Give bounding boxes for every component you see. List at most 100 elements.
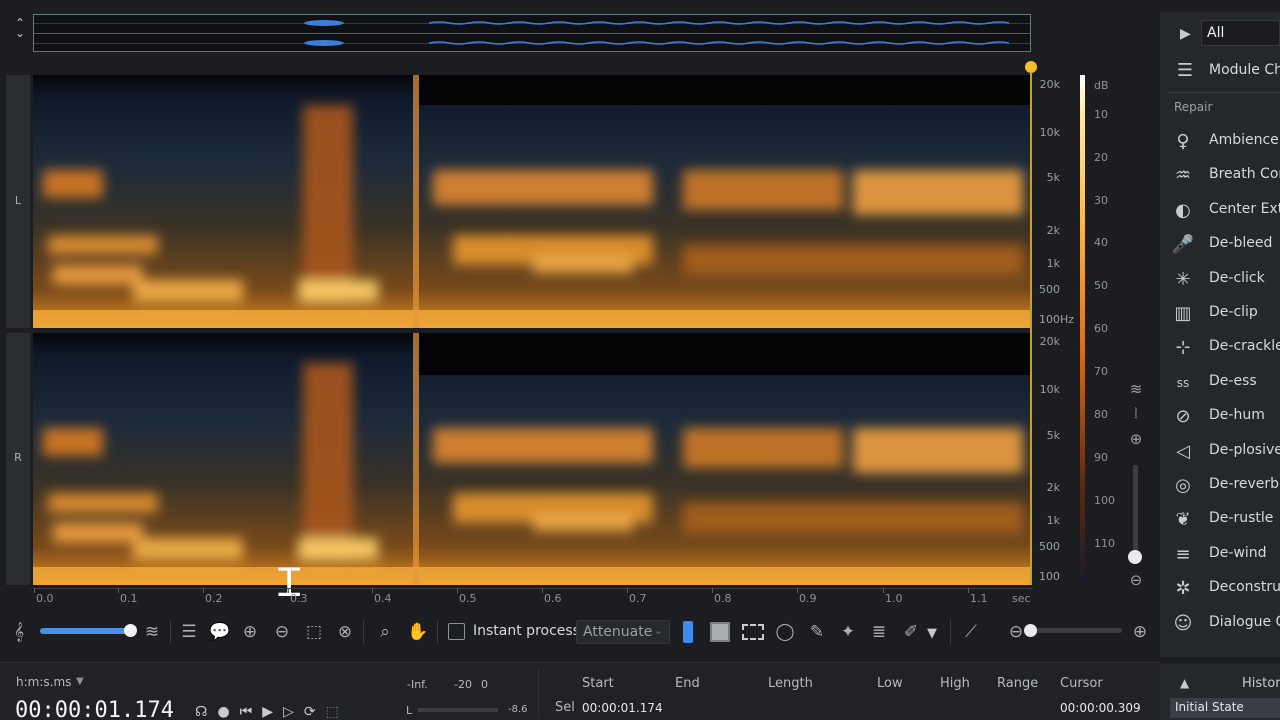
module-item[interactable]: ≡ De-wind xyxy=(1168,540,1280,570)
module-item[interactable]: ✲ Deconstru xyxy=(1168,574,1280,604)
db-color-scale xyxy=(1080,75,1085,585)
blend-slider[interactable] xyxy=(40,628,132,634)
play-selection-icon[interactable]: ▷ xyxy=(283,704,304,720)
db-tick-label: 110 xyxy=(1094,537,1115,550)
module-item[interactable]: ◐ Center Extr xyxy=(1168,196,1280,226)
time-tick-mark xyxy=(457,588,458,593)
module-item[interactable]: ☺ Dialogue C xyxy=(1168,609,1280,639)
module-item[interactable]: ✳ De-click xyxy=(1168,265,1280,295)
fade-tool-icon[interactable]: ⟋ xyxy=(958,619,984,645)
magnify-tool-icon[interactable]: ⌕ xyxy=(372,619,398,645)
frequency-tick-label: 5k xyxy=(1046,429,1060,442)
spectrogram-settings-icon[interactable]: ≋ xyxy=(139,619,165,645)
module-item[interactable]: ❦ De-rustle xyxy=(1168,505,1280,535)
deconstruct-icon: ✲ xyxy=(1175,578,1191,599)
process-mode-select[interactable]: Attenuate ⌄ xyxy=(576,620,670,644)
time-tick-label: 0.2 xyxy=(205,592,223,605)
selection-start-value[interactable]: 00:00:01.174 xyxy=(582,701,663,715)
module-chain-icon[interactable]: ☰ xyxy=(1172,60,1198,82)
notes-icon[interactable]: ☰ xyxy=(176,619,202,645)
module-label: De-wind xyxy=(1209,545,1267,561)
horizontal-zoom-handle[interactable] xyxy=(1024,624,1037,637)
zoom-selection-icon[interactable]: ⬚ xyxy=(301,619,327,645)
loop-icon[interactable]: ⟳ xyxy=(304,704,326,720)
module-label: De-rustle xyxy=(1209,510,1274,526)
frequency-tick-label: 1k xyxy=(1046,514,1060,527)
brush-tool-icon[interactable]: ✎ xyxy=(804,619,830,645)
ess-icon: ss xyxy=(1176,376,1190,390)
length-header: Length xyxy=(768,676,813,691)
frequency-selection-tool-icon[interactable] xyxy=(710,622,730,642)
play-icon[interactable]: ▶ xyxy=(262,704,283,720)
comment-icon[interactable]: 💬 xyxy=(207,619,233,645)
frequency-tick-label: 2k xyxy=(1046,481,1060,494)
tool-options-dropdown-icon[interactable]: ▼ xyxy=(927,626,937,641)
horizontal-zoom-slider[interactable] xyxy=(1026,628,1122,633)
instant-playback-icon[interactable]: ⬚ xyxy=(326,704,349,720)
lasso-tool-icon[interactable]: ◯ xyxy=(772,619,798,645)
time-tick-label: 0.0 xyxy=(36,592,54,605)
frequency-tick-label: 100 xyxy=(1039,313,1060,326)
waveform-spectrogram-blend-icon[interactable]: 𝄞 xyxy=(6,619,32,645)
zoom-fit-icon[interactable]: ⊗ xyxy=(332,619,358,645)
clip-icon: ▥ xyxy=(1174,303,1192,324)
module-chain-label[interactable]: Module Ch xyxy=(1209,62,1280,78)
zoom-out-icon[interactable]: ⊖ xyxy=(269,619,295,645)
waveform-overview[interactable] xyxy=(33,14,1031,52)
module-item[interactable]: ⊘ De-hum xyxy=(1168,402,1280,432)
time-tick-mark xyxy=(34,588,35,593)
spectrogram-right-channel[interactable] xyxy=(33,333,1031,585)
frequency-tick-label: 20k xyxy=(1039,78,1060,91)
time-tick-label: 0.4 xyxy=(374,592,392,605)
right-channel-strip[interactable]: R xyxy=(6,333,30,585)
module-item[interactable]: ♀ Ambience xyxy=(1168,127,1280,157)
module-filter-select[interactable]: All xyxy=(1201,20,1280,46)
spectrogram-left-channel[interactable] xyxy=(33,75,1031,328)
vertical-zoom-out-icon[interactable]: ⊖ xyxy=(1127,571,1145,589)
module-item[interactable]: ◎ De-reverb xyxy=(1168,471,1280,501)
harmonic-selection-icon[interactable]: ≣ xyxy=(866,619,892,645)
db-tick-label: 100 xyxy=(1094,494,1115,507)
record-icon[interactable]: ● xyxy=(217,704,239,720)
time-format-dropdown-icon[interactable]: ▼ xyxy=(76,676,84,687)
blend-slider-handle[interactable] xyxy=(124,624,137,637)
hand-tool-icon[interactable]: ✋ xyxy=(405,619,431,645)
pencil-tool-icon[interactable]: ✐ xyxy=(898,619,924,645)
skip-back-icon[interactable]: ⏮ xyxy=(240,704,263,720)
meter-label-zero: 0 xyxy=(481,678,488,691)
history-item[interactable]: Initial State xyxy=(1170,698,1280,718)
module-item[interactable]: 🎤 De-bleed xyxy=(1168,230,1280,260)
module-label: De-clip xyxy=(1209,304,1258,320)
db-unit-label: dB xyxy=(1094,79,1109,92)
vertical-zoom-handle[interactable] xyxy=(1128,550,1142,564)
horizontal-zoom-in-icon[interactable]: ⊕ xyxy=(1127,619,1153,645)
module-item[interactable]: ◁ De-plosive xyxy=(1168,437,1280,467)
module-item[interactable]: ▥ De-clip xyxy=(1168,299,1280,329)
module-item[interactable]: ♒ Breath Con xyxy=(1168,161,1280,191)
left-channel-strip[interactable]: L xyxy=(6,75,30,328)
time-tick-mark xyxy=(288,588,289,593)
module-item[interactable]: ⊹ De-crackle xyxy=(1168,333,1280,363)
time-tick-label: 1.1 xyxy=(970,592,988,605)
play-icon[interactable]: ▶ xyxy=(1180,26,1191,42)
overview-collapse-icon[interactable]: ⌃ ⌄ xyxy=(10,17,30,48)
meter-channel-label: L xyxy=(406,704,413,717)
rectangle-selection-tool-icon[interactable] xyxy=(742,624,764,640)
time-tick-label: 1.0 xyxy=(885,592,903,605)
collapse-up-icon[interactable]: ▲ xyxy=(1180,676,1189,690)
vertical-zoom-in-icon[interactable]: ⊕ xyxy=(1127,430,1145,448)
time-tick-mark xyxy=(797,588,798,593)
monitor-icon[interactable]: ☊ xyxy=(195,704,217,720)
zoom-in-icon[interactable]: ⊕ xyxy=(237,619,263,645)
time-tick-label: 0.8 xyxy=(714,592,732,605)
spectrum-view-icon[interactable]: ⦚ xyxy=(1127,405,1145,423)
waveform-view-icon[interactable]: ≋ xyxy=(1127,380,1145,398)
time-selection-tool-icon[interactable] xyxy=(683,621,693,643)
module-filter-value: All xyxy=(1207,25,1225,41)
module-label: De-reverb xyxy=(1209,476,1280,492)
instant-process-checkbox[interactable] xyxy=(448,623,465,640)
db-tick-label: 40 xyxy=(1094,236,1108,249)
module-item[interactable]: ss De-ess xyxy=(1168,368,1280,398)
vertical-zoom-slider[interactable] xyxy=(1133,465,1138,560)
magic-wand-icon[interactable]: ✦ xyxy=(835,619,861,645)
